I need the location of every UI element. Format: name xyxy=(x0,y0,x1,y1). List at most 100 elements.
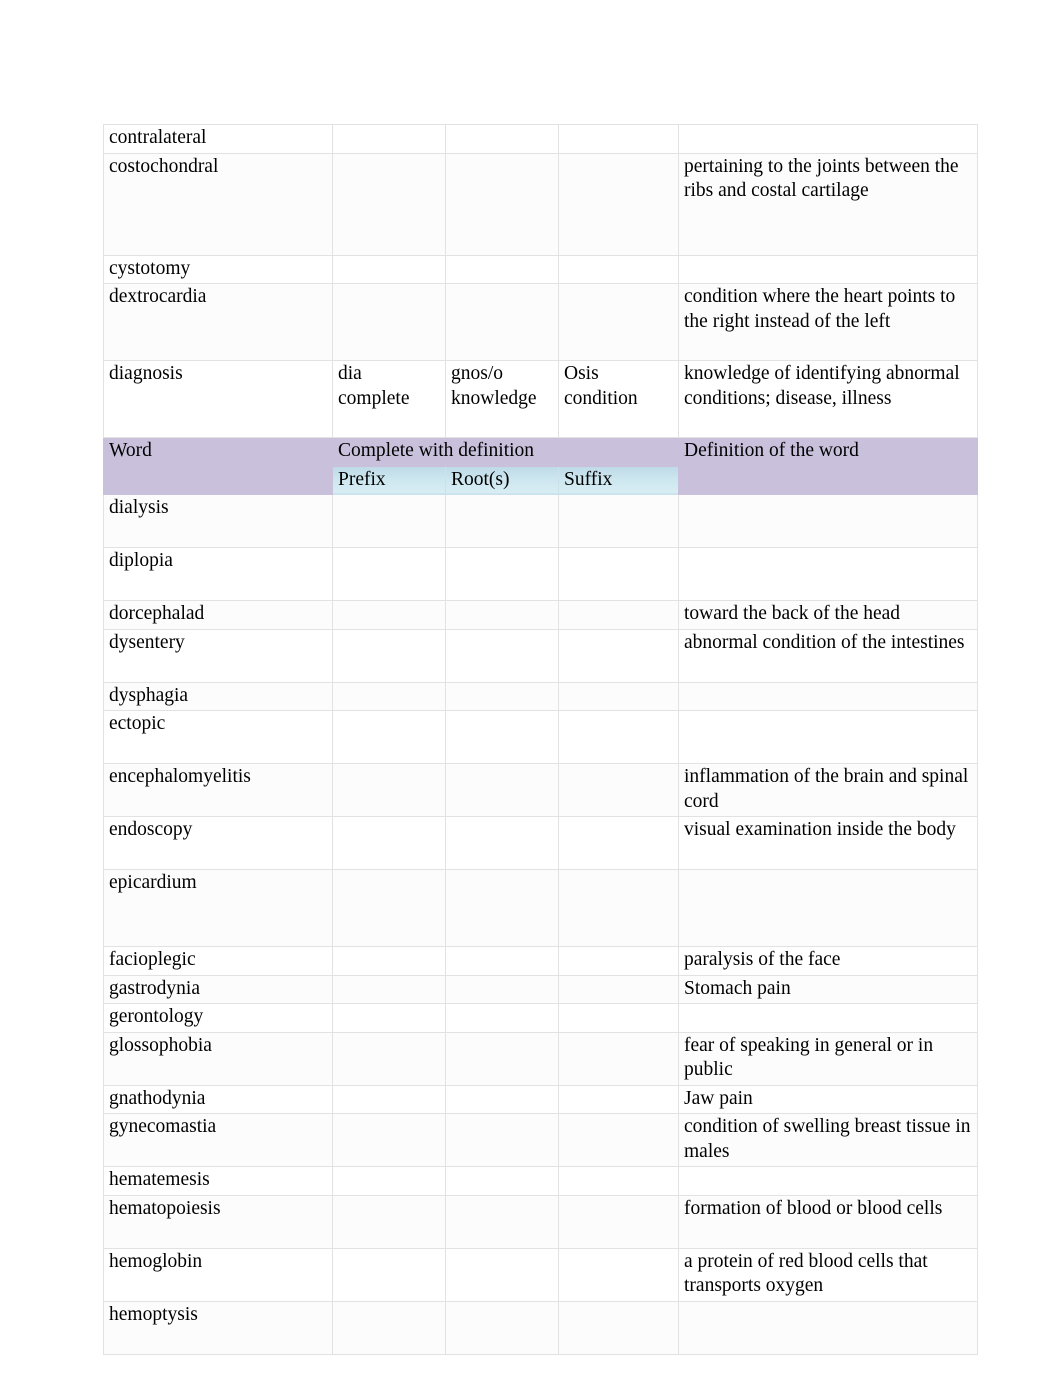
cell-definition xyxy=(678,681,978,711)
cell-definition xyxy=(678,254,978,284)
cell-definition: fear of speaking in general or in public xyxy=(678,1031,978,1086)
cell-definition: Jaw pain xyxy=(678,1084,978,1114)
table-row: gerontology xyxy=(103,1003,978,1033)
cell-line: gnos/o xyxy=(451,363,504,384)
header-cell-word: Word xyxy=(103,437,333,495)
cell-word: dysentery xyxy=(103,628,333,683)
cell-line: complete xyxy=(338,387,410,409)
cell-prefix xyxy=(332,1194,446,1249)
cell-prefix xyxy=(332,254,446,284)
cell-definition xyxy=(678,1003,978,1033)
table-row: gynecomastia condition of swelling breas… xyxy=(103,1113,978,1167)
cell-definition: pertaining to the joints between the rib… xyxy=(678,152,978,256)
cell-word: diagnosis xyxy=(103,360,333,438)
cell-definition: condition of swelling breast tissue in m… xyxy=(678,1113,978,1167)
cell-root xyxy=(445,710,559,764)
table-row: facioplegic paralysis of the face xyxy=(103,946,978,976)
table-row: dextrocardia condition where the heart p… xyxy=(103,283,978,361)
cell-suffix xyxy=(558,628,679,683)
cell-prefix xyxy=(332,1031,446,1086)
cell-definition: formation of blood or blood cells xyxy=(678,1194,978,1249)
cell-suffix xyxy=(558,816,679,870)
cell-word: gynecomastia xyxy=(103,1113,333,1167)
cell-suffix xyxy=(558,547,679,601)
cell-definition: toward the back of the head xyxy=(678,600,978,630)
header-cell-suffix: Suffix xyxy=(558,465,679,495)
cell-suffix xyxy=(558,1113,679,1167)
table-row: hematopoiesis formation of blood or bloo… xyxy=(103,1194,978,1249)
cell-word: dextrocardia xyxy=(103,283,333,361)
cell-suffix xyxy=(558,1300,679,1355)
cell-word: dysphagia xyxy=(103,681,333,711)
cell-root xyxy=(445,254,559,284)
cell-root xyxy=(445,1003,559,1033)
table-row: endoscopy visual examination inside the … xyxy=(103,816,978,870)
cell-root xyxy=(445,1247,559,1302)
cell-prefix xyxy=(332,1003,446,1033)
cell-definition xyxy=(678,494,978,548)
cell-word: hematopoiesis xyxy=(103,1194,333,1249)
cell-prefix xyxy=(332,1166,446,1196)
document-page: contralateral costochondral pertaining t… xyxy=(0,0,1062,1377)
cell-prefix xyxy=(332,124,446,154)
cell-word: dialysis xyxy=(103,494,333,548)
cell-word: epicardium xyxy=(103,869,333,947)
table-row: dorcephalad toward the back of the head xyxy=(103,600,978,630)
cell-root xyxy=(445,946,559,976)
cell-root xyxy=(445,1194,559,1249)
header-cell-definition: Definition of the word xyxy=(678,437,978,495)
cell-word: facioplegic xyxy=(103,946,333,976)
cell-definition: condition where the heart points to the … xyxy=(678,283,978,361)
table-row: hemoglobin a protein of red blood cells … xyxy=(103,1247,978,1302)
medical-terminology-table: contralateral costochondral pertaining t… xyxy=(103,124,978,1355)
cell-word: dorcephalad xyxy=(103,600,333,630)
cell-root xyxy=(445,681,559,711)
table-row: epicardium xyxy=(103,869,978,947)
cell-root xyxy=(445,1031,559,1086)
cell-prefix xyxy=(332,974,446,1004)
cell-word: costochondral xyxy=(103,152,333,256)
cell-root xyxy=(445,494,559,548)
cell-prefix xyxy=(332,946,446,976)
cell-suffix xyxy=(558,974,679,1004)
cell-suffix xyxy=(558,1247,679,1302)
cell-suffix xyxy=(558,152,679,256)
table-row: glossophobia fear of speaking in general… xyxy=(103,1031,978,1086)
cell-definition xyxy=(678,547,978,601)
table-row: contralateral xyxy=(103,124,978,154)
cell-root xyxy=(445,1113,559,1167)
table-row: encephalomyelitis inflammation of the br… xyxy=(103,763,978,817)
cell-line: knowledge xyxy=(451,387,537,409)
cell-suffix xyxy=(558,1003,679,1033)
cell-root xyxy=(445,283,559,361)
cell-line: Osis xyxy=(564,363,599,384)
cell-prefix xyxy=(332,1113,446,1167)
cell-word: cystotomy xyxy=(103,254,333,284)
cell-definition xyxy=(678,869,978,947)
cell-word: ectopic xyxy=(103,710,333,764)
cell-root xyxy=(445,124,559,154)
cell-word: hemoglobin xyxy=(103,1247,333,1302)
table-row: gastrodynia Stomach pain xyxy=(103,974,978,1004)
table-header-banner: Word Complete with definition Definition… xyxy=(103,437,978,495)
cell-definition: Stomach pain xyxy=(678,974,978,1004)
table-row: costochondral pertaining to the joints b… xyxy=(103,152,978,256)
cell-root xyxy=(445,547,559,601)
cell-word: encephalomyelitis xyxy=(103,763,333,817)
cell-word: endoscopy xyxy=(103,816,333,870)
cell-root xyxy=(445,152,559,256)
cell-prefix xyxy=(332,283,446,361)
cell-word: diplopia xyxy=(103,547,333,601)
cell-suffix xyxy=(558,1031,679,1086)
cell-suffix xyxy=(558,254,679,284)
cell-prefix xyxy=(332,600,446,630)
cell-suffix xyxy=(558,494,679,548)
cell-word: hemoptysis xyxy=(103,1300,333,1355)
cell-prefix xyxy=(332,1300,446,1355)
table-row: dialysis xyxy=(103,494,978,548)
cell-suffix xyxy=(558,710,679,764)
table-row: diplopia xyxy=(103,547,978,601)
cell-definition xyxy=(678,710,978,764)
cell-prefix xyxy=(332,152,446,256)
cell-prefix xyxy=(332,494,446,548)
